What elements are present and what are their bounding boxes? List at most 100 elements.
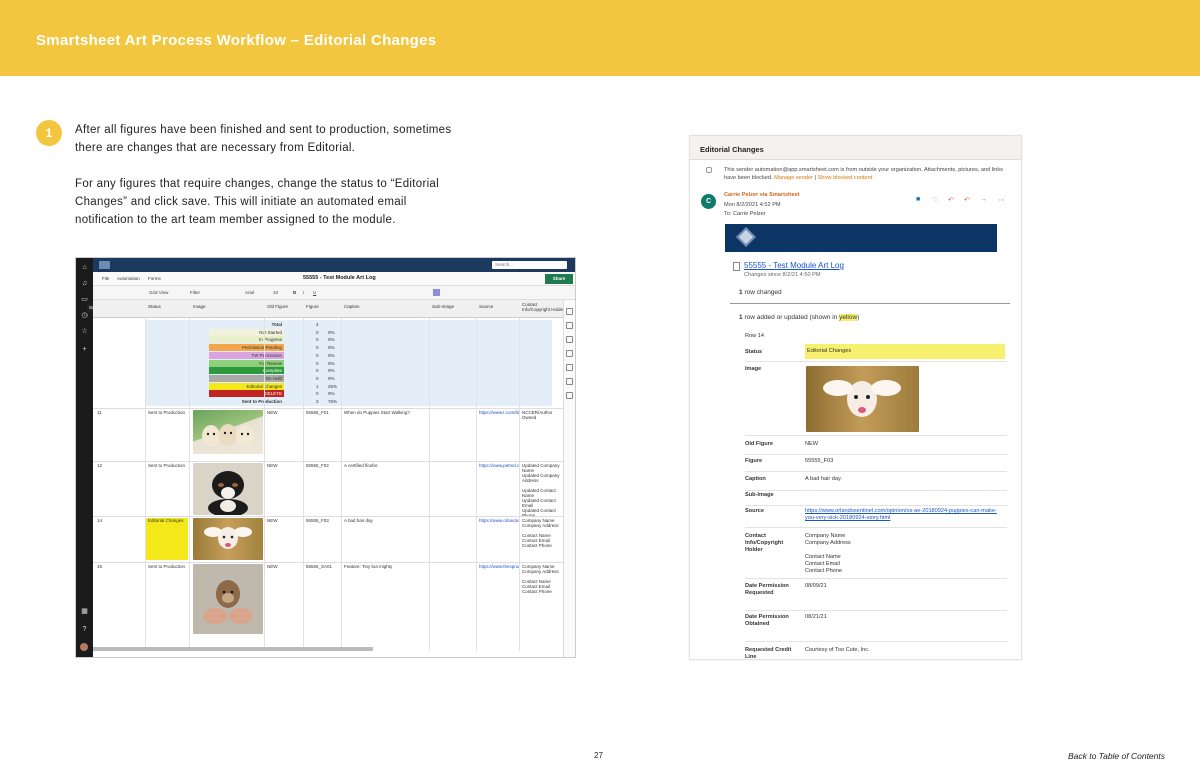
column-figure[interactable]: Figure	[306, 304, 319, 309]
font-size-select[interactable]: 10	[273, 290, 278, 295]
bold-button[interactable]: B	[293, 290, 296, 295]
caption-cell[interactable]: When do Puppies Start Walking?	[344, 410, 428, 415]
summary-count: 0	[316, 337, 319, 343]
sheet-link[interactable]: 55555 - Test Module Art Log	[744, 261, 844, 270]
old-figure-cell[interactable]: NEW	[267, 463, 301, 468]
reply-all-icon[interactable]: ↶	[964, 196, 970, 204]
caption-cell[interactable]: A bad hair day	[344, 518, 428, 523]
horizontal-scrollbar[interactable]	[93, 647, 373, 651]
row-number[interactable]: 15	[97, 564, 117, 569]
column-image[interactable]: Image	[193, 304, 206, 309]
publish-icon[interactable]	[566, 392, 573, 399]
bell-icon[interactable]: ♫	[80, 280, 89, 288]
contact-cell[interactable]: NCCER/Author Owned	[522, 410, 563, 420]
column-headers: Status Image Old Figure Figure Caption S…	[93, 300, 566, 318]
old-figure-cell[interactable]: NEW	[267, 564, 301, 569]
column-caption[interactable]: Caption	[344, 304, 360, 309]
sender-name[interactable]: Carrie Pelzer via Smartsheet	[724, 192, 800, 198]
bernese-dog-image[interactable]	[193, 463, 263, 515]
highlight-toggle[interactable]	[433, 289, 440, 296]
clock-icon[interactable]: ◷	[80, 312, 89, 320]
column-sub-image[interactable]: Sub-Image	[432, 304, 454, 309]
status-cell[interactable]: Editorial Changes	[148, 518, 188, 523]
old-figure-cell[interactable]: NEW	[267, 410, 301, 415]
old-figure-cell[interactable]: NEW	[267, 518, 301, 523]
row-number[interactable]: 11	[97, 410, 117, 415]
puppies-image[interactable]	[193, 410, 263, 454]
contact-cell[interactable]: Company Name Company Address Contact Nam…	[522, 564, 563, 594]
figure-cell[interactable]: 55555_F01	[306, 410, 340, 415]
figure-cell[interactable]: 55555_F02	[306, 463, 340, 468]
caption-cell[interactable]: A certified floofer	[344, 463, 428, 468]
summary-row[interactable]: Sent to Production 3 75%	[209, 398, 359, 405]
summary-row[interactable]: On Hold 0 0%	[209, 374, 359, 382]
star-icon[interactable]: ☆	[80, 328, 89, 336]
summary-row[interactable]: Total 4	[209, 321, 359, 328]
teams-icon[interactable]: ■	[916, 196, 920, 203]
summary-row[interactable]: DELETE 0 0%	[209, 390, 359, 398]
like-icon[interactable]: ♡	[932, 196, 938, 204]
status-cell[interactable]: Sent to Production	[148, 564, 188, 569]
search-input[interactable]: Search...	[492, 261, 567, 269]
row-number[interactable]: 12	[97, 463, 117, 468]
row-number[interactable]: 14	[97, 518, 117, 523]
activity-icon[interactable]	[566, 378, 573, 385]
manage-sender-link[interactable]: Manage sender	[774, 175, 813, 181]
field-value[interactable]: https://www.orlandosentinel.com/opinion/…	[805, 508, 1005, 522]
attachments-icon[interactable]	[566, 322, 573, 329]
show-blocked-link[interactable]: Show blocked content	[818, 175, 873, 181]
more-icon[interactable]: ⋯	[998, 196, 1005, 204]
apps-grid-icon[interactable]: ▦	[80, 608, 89, 616]
field-value: 08/09/21	[805, 583, 827, 589]
status-cell[interactable]: Sent to Production	[148, 410, 188, 415]
summary-row[interactable]: Editorial Changes 1 25%	[209, 382, 359, 390]
source-cell[interactable]: https://www.thesprucep	[479, 564, 519, 569]
source-cell[interactable]: https://www.t.com/blogs	[479, 410, 519, 415]
summary-row[interactable]: Complete 0 0%	[209, 367, 359, 375]
summary-row[interactable]: Permission Pending 0 0%	[209, 344, 359, 352]
summary-row[interactable]: For Review 0 0%	[209, 359, 359, 367]
plus-icon[interactable]: +	[80, 346, 89, 354]
grid-view-select[interactable]: Grid View	[149, 290, 168, 295]
figure-cell[interactable]: 55555_SA01	[306, 564, 340, 569]
reply-icon[interactable]: ↶	[948, 196, 954, 204]
column-old-figure[interactable]: Old Figure	[267, 304, 288, 309]
source-cell[interactable]: https://www.petmd.com	[479, 463, 519, 468]
source-cell[interactable]: https://www.orlandosen	[479, 518, 519, 523]
summary-icon[interactable]	[566, 364, 573, 371]
back-to-toc-link[interactable]: Back to Table of Contents	[1068, 751, 1165, 761]
figure-cell[interactable]: 55555_F03	[306, 518, 340, 523]
summary-row[interactable]: Not Started 0 0%	[209, 328, 359, 336]
column-contact[interactable]: Contact Info/Copyright Holder	[522, 302, 566, 312]
italic-button[interactable]: I	[303, 290, 304, 295]
underline-button[interactable]: U	[313, 290, 316, 295]
forward-icon[interactable]: →	[980, 196, 987, 203]
font-select[interactable]: Arial	[245, 290, 254, 295]
menu-forms[interactable]: Forms	[148, 276, 161, 281]
editorial-changes-cell[interactable]	[146, 518, 188, 560]
crested-dog-image[interactable]	[193, 518, 263, 560]
home-icon[interactable]: ⌂	[80, 264, 89, 272]
comments-icon[interactable]	[566, 308, 573, 315]
proofs-icon[interactable]	[566, 336, 573, 343]
caption-cell[interactable]: Feature: Tiny but mighty	[344, 564, 428, 569]
field-value: Editorial Changes	[805, 344, 1005, 359]
share-button[interactable]: Share	[545, 274, 573, 284]
contact-cell[interactable]: Company Name Company Address Contact Nam…	[522, 518, 563, 548]
avatar[interactable]	[80, 643, 88, 651]
folder-icon[interactable]: ▭	[80, 296, 89, 304]
summary-label: Complete	[209, 367, 284, 375]
small-puppy-image[interactable]	[193, 564, 263, 634]
history-icon[interactable]	[566, 350, 573, 357]
column-status[interactable]: Status	[148, 304, 161, 309]
help-icon[interactable]: ?	[80, 626, 89, 634]
filter-button[interactable]: Filter	[190, 290, 200, 295]
step-number-badge: 1	[36, 120, 62, 146]
contact-cell[interactable]: Updated Company Name Updated Company Add…	[522, 463, 563, 518]
summary-row[interactable]: TW Permission 0 0%	[209, 351, 359, 359]
column-source[interactable]: Source	[479, 304, 493, 309]
summary-row[interactable]: In Progress 0 0%	[209, 336, 359, 344]
menu-file[interactable]: File	[102, 276, 109, 281]
status-cell[interactable]: Sent to Production	[148, 463, 188, 468]
menu-automation[interactable]: Automation	[117, 276, 140, 281]
